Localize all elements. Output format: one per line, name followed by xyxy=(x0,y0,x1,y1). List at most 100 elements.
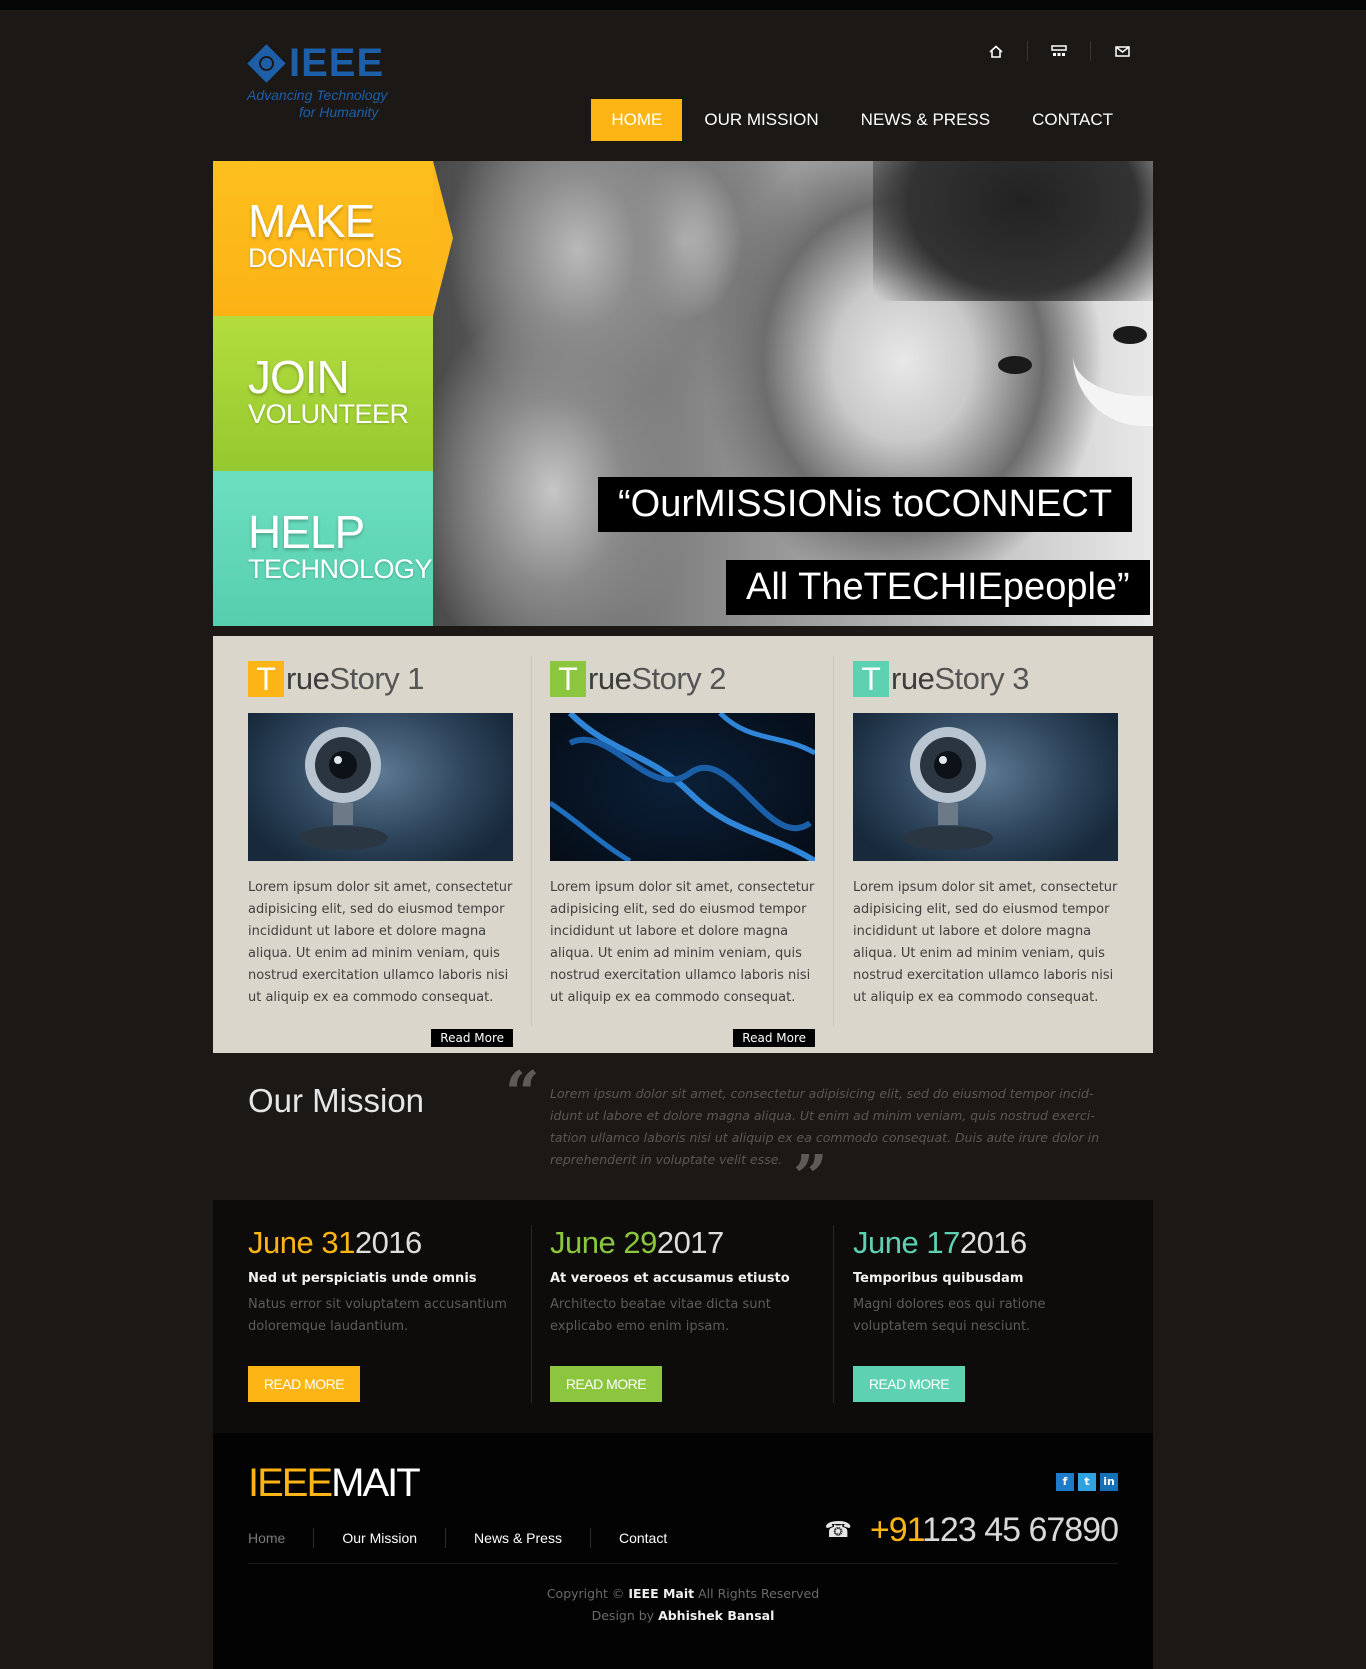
event-divider xyxy=(531,1225,532,1403)
ieee-diamond-icon xyxy=(247,44,286,83)
linkedin-icon[interactable]: in xyxy=(1100,1473,1118,1491)
story-card: T rueStory 2 Lorem ipsum dolor sit amet,… xyxy=(550,661,815,1047)
join-volunteer-panel[interactable]: JOIN VOLUNTEER xyxy=(213,316,433,471)
design-prefix: Design by xyxy=(591,1608,655,1623)
hero-quote-line1: “OurMISSIONis toCONNECT xyxy=(598,477,1133,532)
footer-nav-news-press[interactable]: News & Press xyxy=(445,1528,590,1548)
facebook-icon[interactable]: f xyxy=(1056,1473,1074,1491)
mail-icon[interactable] xyxy=(1111,40,1133,62)
help-technology-panel[interactable]: HELP TECHNOLOGY xyxy=(213,471,433,626)
event-year: 2016 xyxy=(354,1225,422,1260)
phone-country-code: +91 xyxy=(869,1511,923,1549)
ieee-logo[interactable]: IEEE Advancing Technology for Humanity xyxy=(247,43,407,143)
event-title: At veroeos et accusamus etiusto xyxy=(550,1271,790,1286)
story-title-bold: rue xyxy=(588,661,632,696)
story-title-rest: rueStory 2 xyxy=(588,661,727,697)
logo-tagline-line2: for Humanity xyxy=(299,104,379,120)
sitemap-icon[interactable] xyxy=(1048,40,1070,62)
footer-nav-our-mission[interactable]: Our Mission xyxy=(313,1528,445,1548)
top-icons xyxy=(965,40,1133,62)
top-icon-divider xyxy=(1027,41,1028,61)
event-description: Architecto beatae vitae dicta sunt expli… xyxy=(550,1297,771,1334)
read-more-button[interactable]: Read More xyxy=(431,1029,513,1047)
webcam-image[interactable] xyxy=(853,713,1118,861)
story-title: T rueStory 3 xyxy=(853,661,1118,697)
event-card: June 172016 Temporibus quibusdam Magni d… xyxy=(853,1225,1118,1338)
event-divider xyxy=(833,1225,834,1403)
event-title: Ned ut perspiciatis unde omnis xyxy=(248,1271,477,1286)
hero-quote-line2: All TheTECHIEpeople” xyxy=(726,560,1150,615)
event-read-more-button[interactable]: READ MORE xyxy=(853,1366,965,1402)
nav-home[interactable]: HOME xyxy=(591,99,683,141)
hero-photo-hair xyxy=(873,161,1153,301)
footer-nav: Home Our Mission News & Press Contact xyxy=(248,1528,695,1548)
event-description: Natus error sit voluptatem accusantium d… xyxy=(248,1297,507,1334)
story-title-bold: rue xyxy=(286,661,330,696)
nav-our-mission[interactable]: OUR MISSION xyxy=(684,99,838,141)
hero-photo-eye xyxy=(1113,326,1147,344)
hero-banner: MAKE DONATIONS JOIN VOLUNTEER HELP TECHN… xyxy=(213,161,1153,626)
event-read-more-button[interactable]: READ MORE xyxy=(248,1366,360,1402)
mission-text: Lorem ipsum dolor sit amet, consectetur … xyxy=(550,1086,1100,1167)
phone-contact: ☎ +91123 45 67890 xyxy=(824,1511,1119,1550)
top-bar xyxy=(0,0,1366,10)
event-year: 2017 xyxy=(656,1225,724,1260)
panel-subtitle: TECHNOLOGY xyxy=(248,554,433,584)
event-card: June 312016 Ned ut perspiciatis unde omn… xyxy=(248,1225,513,1338)
story-divider xyxy=(531,656,532,1026)
hero-children-photo xyxy=(433,161,1153,626)
phone-digits: 123 45 67890 xyxy=(922,1511,1119,1549)
story-title-initial: T xyxy=(853,661,889,697)
copyright-name: IEEE Mait xyxy=(628,1586,695,1601)
webcam-image[interactable] xyxy=(248,713,513,861)
nav-news-press[interactable]: NEWS & PRESS xyxy=(841,99,1010,141)
footer-nav-contact[interactable]: Contact xyxy=(589,1528,695,1548)
footer: IEEEMAIT f t in Home Our Mission News & … xyxy=(213,1433,1153,1669)
story-text: Lorem ipsum dolor sit amet, consectetur … xyxy=(550,880,815,1005)
copyright-suffix: All Rights Reserved xyxy=(698,1586,820,1601)
panel-title: JOIN xyxy=(248,351,350,403)
event-read-more-button[interactable]: READ MORE xyxy=(550,1366,662,1402)
our-mission-section: Our Mission “ Lorem ipsum dolor sit amet… xyxy=(213,1053,1153,1213)
event-month-day: June 29 xyxy=(550,1225,657,1260)
story-title: T rueStory 2 xyxy=(550,661,815,697)
logo-tagline-line1: Advancing Technology xyxy=(247,87,388,103)
read-more-button[interactable]: Read More xyxy=(733,1029,815,1047)
story-title-bold: rue xyxy=(891,661,935,696)
story-title-text: Story 3 xyxy=(934,661,1030,696)
social-links: f t in xyxy=(1052,1473,1118,1491)
story-card: T rueStory 1 Lorem ipsum dolor sit amet,… xyxy=(248,661,513,1047)
event-date: June 292017 xyxy=(550,1225,815,1261)
story-title-initial: T xyxy=(550,661,586,697)
events-section: June 312016 Ned ut perspiciatis unde omn… xyxy=(213,1200,1153,1433)
event-title: Temporibus quibusdam xyxy=(853,1271,1024,1286)
hero-photo-eye xyxy=(998,356,1032,374)
panel-title: MAKE xyxy=(248,195,375,247)
logo-tagline: Advancing Technology for Humanity xyxy=(247,87,407,121)
designer-name: Abhishek Bansal xyxy=(658,1608,775,1623)
twitter-icon[interactable]: t xyxy=(1078,1473,1096,1491)
footer-divider xyxy=(248,1563,1118,1564)
story-title-text: Story 1 xyxy=(329,661,425,696)
story-card: T rueStory 3 Lorem ipsum dolor sit amet,… xyxy=(853,661,1118,1009)
story-title: T rueStory 1 xyxy=(248,661,513,697)
dna-image[interactable] xyxy=(550,713,815,861)
nav-contact[interactable]: CONTACT xyxy=(1012,99,1133,141)
logo-word: IEEE xyxy=(289,41,385,85)
design-credit: Design by Abhishek Bansal xyxy=(213,1605,1153,1627)
story-title-initial: T xyxy=(248,661,284,697)
header: IEEE Advancing Technology for Humanity H… xyxy=(213,10,1153,160)
story-text: Lorem ipsum dolor sit amet, consectetur … xyxy=(248,880,513,1005)
story-title-rest: rueStory 3 xyxy=(891,661,1030,697)
event-month-day: June 17 xyxy=(853,1225,960,1260)
open-quote-icon: “ xyxy=(505,1059,540,1129)
footer-nav-home[interactable]: Home xyxy=(248,1528,313,1548)
phone-number[interactable]: +91123 45 67890 xyxy=(869,1511,1119,1550)
panel-subtitle: VOLUNTEER xyxy=(248,399,409,429)
story-text: Lorem ipsum dolor sit amet, consectetur … xyxy=(853,880,1118,1005)
make-donations-panel[interactable]: MAKE DONATIONS xyxy=(213,161,453,316)
main-nav: HOME OUR MISSION NEWS & PRESS CONTACT xyxy=(589,99,1133,141)
story-title-text: Story 2 xyxy=(631,661,727,696)
hero-photo-smile xyxy=(1073,356,1153,426)
home-icon[interactable] xyxy=(985,40,1007,62)
